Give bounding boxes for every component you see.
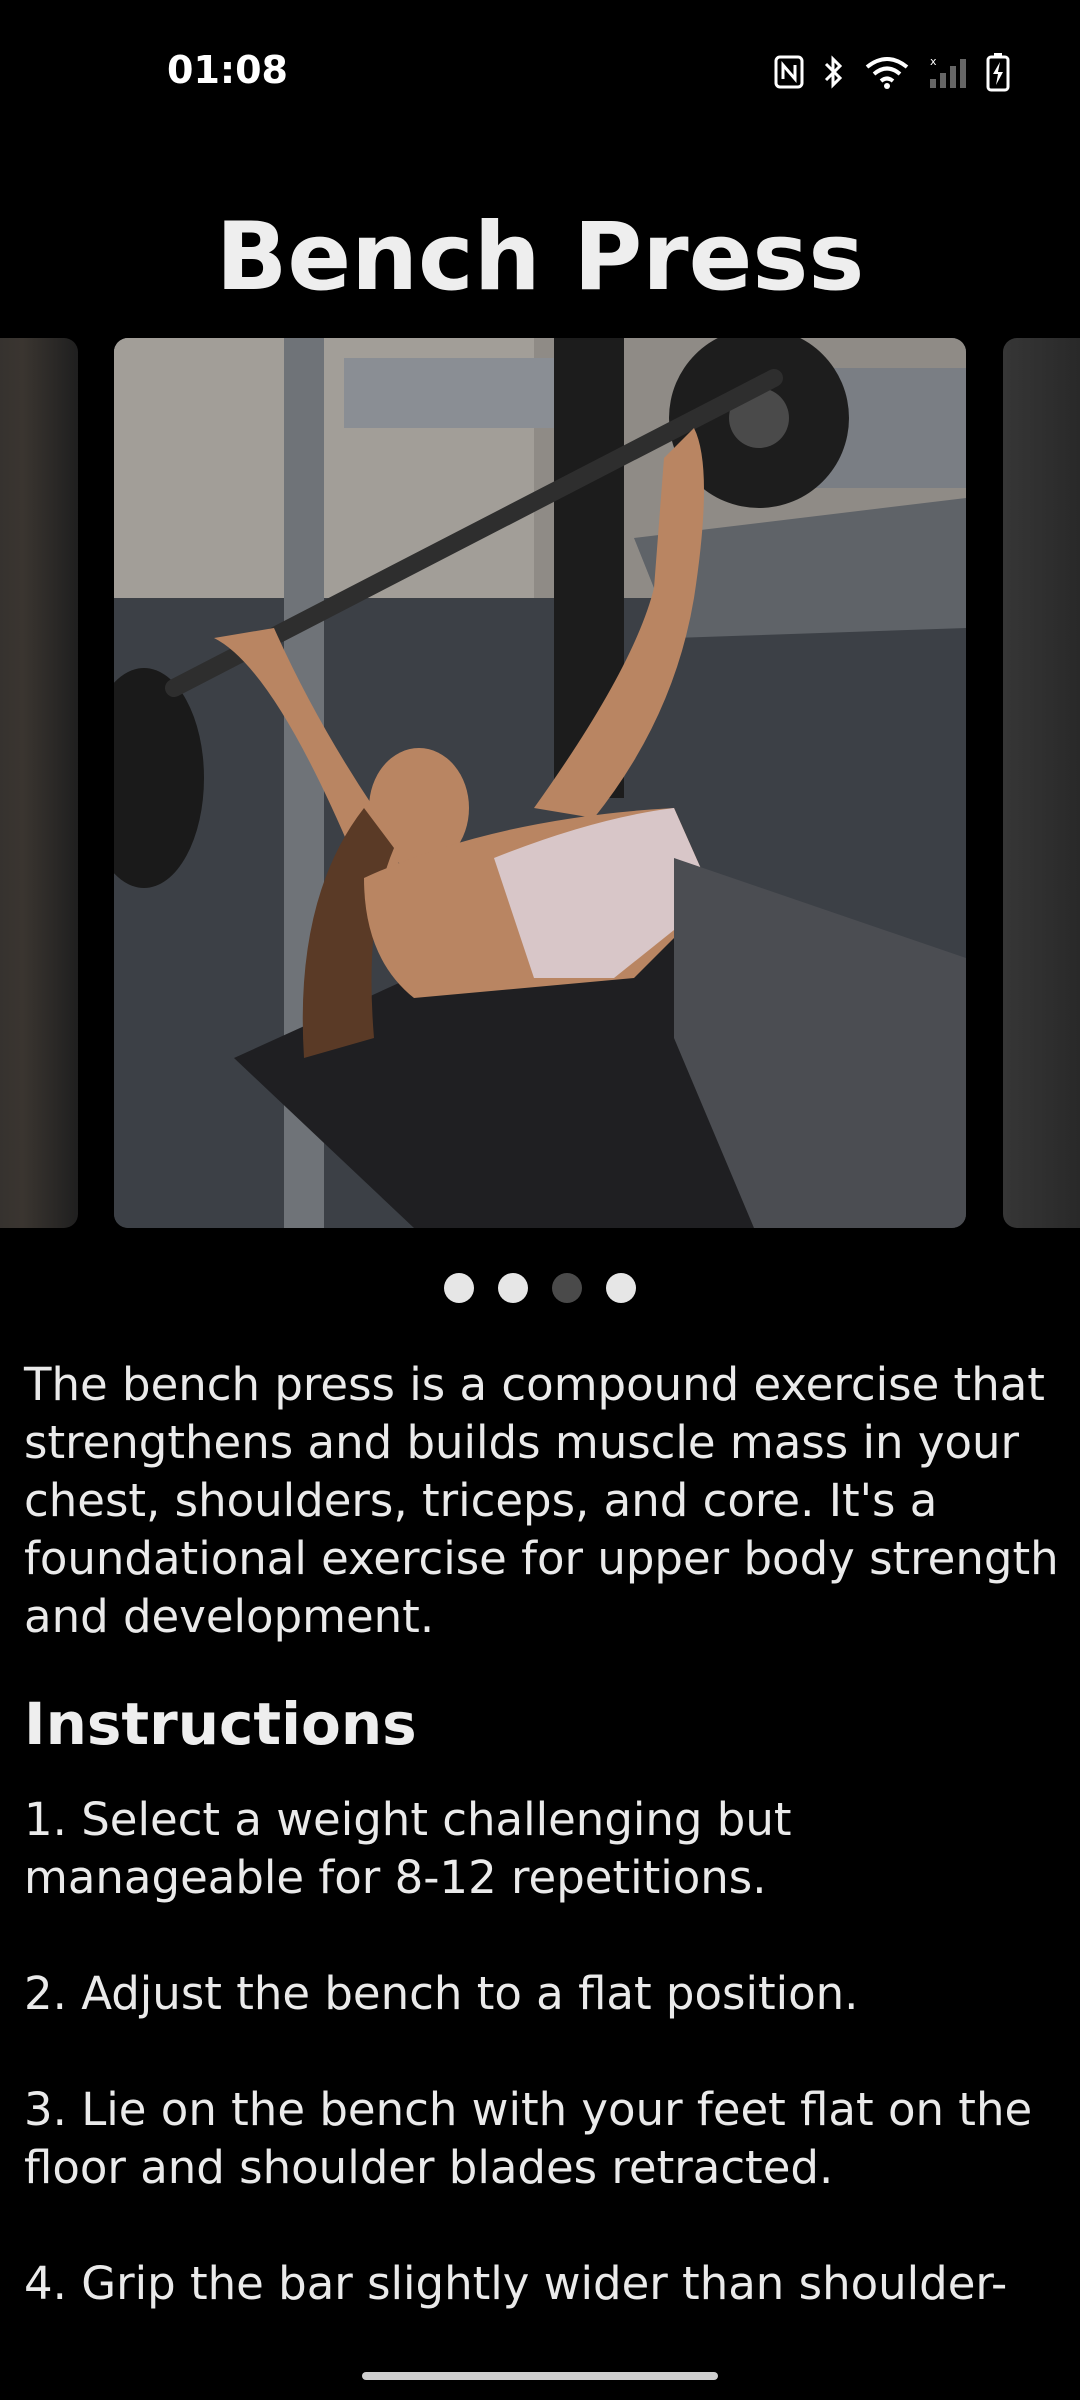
page-dot-4[interactable] [606, 1273, 636, 1303]
page-dot-3[interactable] [552, 1273, 582, 1303]
instruction-step: 3. Lie on the bench with your feet flat … [24, 2083, 1033, 2194]
page-dot-2[interactable] [498, 1273, 528, 1303]
status-icons: x [774, 50, 1010, 94]
page-title: Bench Press [215, 202, 865, 312]
battery-charging-icon [986, 52, 1010, 92]
bench-press-photo [114, 338, 966, 1228]
wifi-icon [864, 55, 910, 89]
instruction-step: 2. Adjust the bench to a flat position. [24, 1967, 859, 2020]
instructions-heading: Instructions [24, 1690, 417, 1758]
instruction-step: 4. Grip the bar slightly wider than shou… [24, 2257, 1039, 2321]
svg-text:x: x [930, 55, 937, 68]
home-indicator[interactable] [362, 2372, 718, 2380]
signal-icon: x [928, 55, 968, 89]
nfc-icon [774, 55, 804, 89]
status-bar: 01:08 x [0, 0, 1080, 150]
carousel-page-indicator [0, 1273, 1080, 1303]
carousel-slide-current[interactable] [114, 338, 966, 1228]
instruction-step: 1. Select a weight challenging but manag… [24, 1793, 792, 1904]
image-carousel[interactable] [0, 338, 1080, 1228]
carousel-slide-next[interactable] [1003, 338, 1080, 1228]
exercise-description: The bench press is a compound exercise t… [24, 1358, 1059, 1643]
instructions-list: 1. Select a weight challenging but manag… [24, 1791, 1064, 2321]
status-time: 01:08 [167, 48, 288, 92]
carousel-slide-previous[interactable] [0, 338, 78, 1228]
page-dot-1[interactable] [444, 1273, 474, 1303]
bluetooth-icon [822, 54, 846, 90]
